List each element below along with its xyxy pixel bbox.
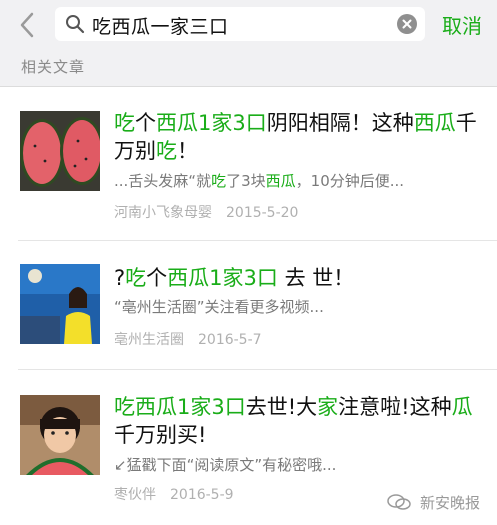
- article-title: 吃个西瓜1家3口阴阳相隔！这种西瓜千万别吃！: [114, 109, 484, 165]
- article-meta: 河南小飞象母婴 2015-5-20: [114, 202, 298, 222]
- text-segment: ?: [114, 266, 126, 290]
- search-icon: [66, 15, 85, 34]
- divider: [18, 240, 497, 241]
- highlighted-text: 西瓜1家3口: [156, 111, 267, 135]
- highlighted-text: 吃: [125, 266, 147, 290]
- article-item-1[interactable]: 吃个西瓜1家3口阴阳相隔！这种西瓜千万别吃！ ...舌头发麻“就吃了3块西瓜，1…: [0, 87, 497, 241]
- text-segment: ...舌头发麻“就: [114, 172, 212, 190]
- text-segment: 注意啦!这种: [338, 395, 452, 419]
- article-meta: 枣伙伴 2016-5-9: [114, 484, 234, 504]
- text-segment: ！: [177, 139, 198, 163]
- highlighted-text: 吃: [114, 111, 135, 135]
- text-segment: ↙猛戳下面“阅读原文”有秘密哦...: [114, 456, 337, 474]
- divider: [18, 369, 497, 370]
- text-segment: 个: [146, 266, 168, 290]
- text-segment: 去 世！: [277, 266, 355, 290]
- article-date: 2015-5-20: [226, 205, 299, 221]
- news-anchor-image: [20, 264, 100, 344]
- girl-eating-watermelon-image: [20, 395, 100, 475]
- text-segment: ，10分钟后便...: [295, 172, 405, 190]
- article-snippet: ↙猛戳下面“阅读原文”有秘密哦...: [114, 454, 484, 475]
- article-title: 吃西瓜1家3口去世!大家注意啦!这种瓜千万别买!: [114, 393, 484, 449]
- section-header: 相关文章: [0, 50, 497, 87]
- article-title: ?吃个西瓜1家3口 去 世！: [114, 264, 484, 292]
- highlighted-text: 西瓜: [413, 111, 456, 135]
- search-bar: 吃西瓜一家三口 取消: [0, 0, 497, 50]
- text-segment: 个: [135, 111, 156, 135]
- article-date: 2016-5-7: [198, 332, 262, 348]
- back-button[interactable]: [14, 9, 42, 41]
- highlighted-text: 西瓜: [265, 172, 296, 190]
- text-segment: 阴阳相隔！这种: [266, 111, 414, 135]
- chevron-left-icon: [20, 12, 34, 38]
- article-meta: 亳州生活圈 2016-5-7: [114, 329, 262, 349]
- article-date: 2016-5-9: [170, 487, 234, 503]
- article-source: 河南小飞象母婴: [114, 205, 212, 221]
- article-thumbnail: [20, 264, 100, 344]
- watermark-text: 新安晚报: [420, 494, 481, 512]
- highlighted-text: 西瓜1家3口: [167, 266, 278, 290]
- highlighted-text: 家: [317, 395, 339, 419]
- text-segment: 去世!大: [245, 395, 318, 419]
- text-segment: 千万别买!: [114, 423, 207, 447]
- text-segment: “亳州生活圈”关注看更多视频...: [114, 298, 324, 316]
- search-input[interactable]: 吃西瓜一家三口: [55, 7, 425, 41]
- wechat-icon: [387, 494, 411, 510]
- article-source: 枣伙伴: [114, 487, 156, 503]
- watermelon-image: [20, 111, 100, 191]
- clear-search-button[interactable]: [397, 14, 417, 34]
- section-label: 相关文章: [21, 58, 86, 76]
- article-thumbnail: [20, 395, 100, 475]
- highlighted-text: 吃: [211, 172, 227, 190]
- highlighted-text: 瓜: [451, 395, 473, 419]
- highlighted-text: 吃: [156, 139, 177, 163]
- article-source: 亳州生活圈: [114, 332, 184, 348]
- article-snippet: ...舌头发麻“就吃了3块西瓜，10分钟后便...: [114, 170, 484, 191]
- text-segment: 了3块: [226, 172, 266, 190]
- cancel-button[interactable]: 取消: [442, 10, 482, 39]
- search-query-text: 吃西瓜一家三口: [92, 16, 229, 38]
- article-snippet: “亳州生活圈”关注看更多视频...: [114, 296, 484, 317]
- article-thumbnail: [20, 111, 100, 191]
- watermark: 新安晚报: [386, 492, 480, 513]
- highlighted-text: 吃西瓜1家3口: [114, 395, 246, 419]
- article-item-2[interactable]: ?吃个西瓜1家3口 去 世！ “亳州生活圈”关注看更多视频... 亳州生活圈 20…: [0, 242, 497, 370]
- close-icon: [402, 19, 412, 29]
